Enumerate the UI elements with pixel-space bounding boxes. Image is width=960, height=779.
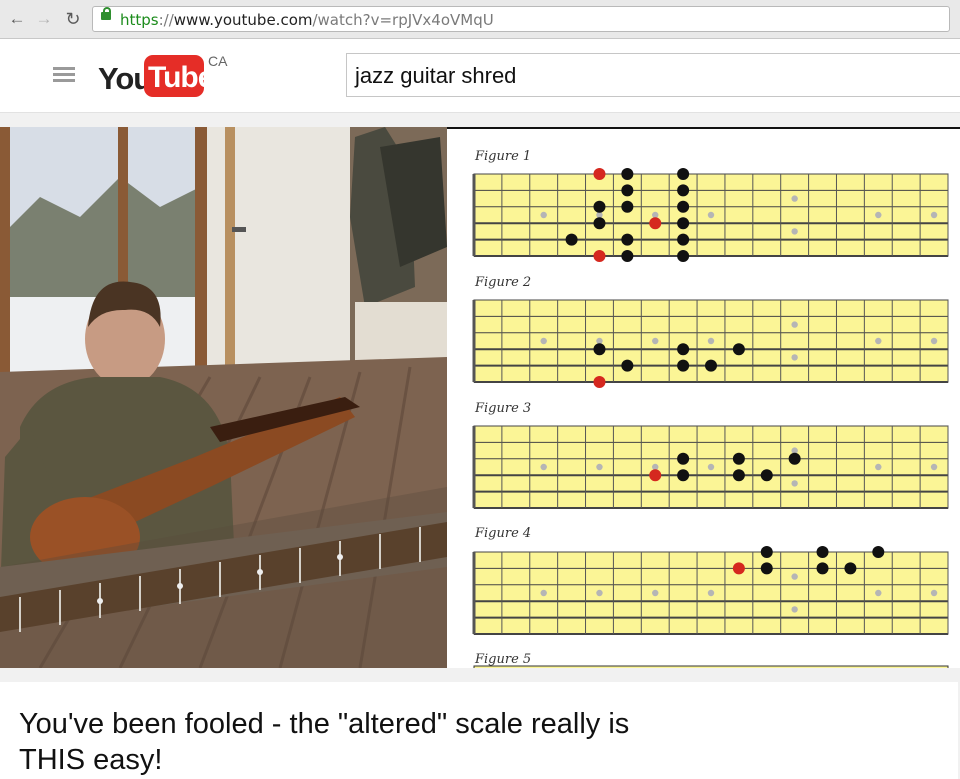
country-code: CA	[208, 53, 228, 69]
root-note-marker	[649, 217, 662, 230]
search-query-text: jazz guitar shred	[355, 63, 517, 88]
youtube-masthead: You Tube CA jazz guitar shred	[0, 39, 960, 113]
url-separator: ://	[158, 11, 174, 29]
scale-note-marker	[621, 168, 634, 180]
inlay-dot	[791, 228, 798, 235]
inlay-dot	[707, 589, 715, 597]
inlay-dot	[791, 480, 798, 487]
scale-note-marker	[593, 217, 606, 230]
scale-note-marker	[621, 200, 634, 213]
scale-note-marker	[732, 469, 745, 482]
reload-icon[interactable]: ↻	[62, 8, 84, 30]
inlay-dot	[875, 211, 882, 219]
scale-note-marker	[788, 452, 801, 465]
url-host: www.youtube.com	[173, 11, 313, 29]
inlay-dot	[930, 463, 938, 471]
url-scheme: https	[120, 11, 159, 29]
scale-note-marker	[677, 343, 690, 356]
scale-note-marker	[621, 359, 634, 372]
search-input[interactable]: jazz guitar shred	[346, 53, 960, 97]
inlay-dot	[791, 195, 798, 202]
inlay-dot	[596, 589, 603, 597]
inlay-dot	[540, 589, 547, 597]
logo-tube-text: Tube	[148, 61, 214, 94]
fretboard	[473, 665, 949, 668]
root-note-marker	[649, 469, 662, 482]
scale-note-marker	[677, 200, 690, 213]
inlay-dot	[540, 337, 547, 345]
hamburger-menu-icon[interactable]	[53, 67, 75, 83]
scale-note-marker	[677, 359, 690, 372]
fretboard-diagrams	[472, 168, 949, 668]
inlay-dot	[596, 463, 603, 471]
inlay-dot	[791, 321, 798, 328]
inlay-dot	[791, 606, 798, 613]
scale-note-marker	[677, 184, 690, 197]
inlay-dot	[707, 463, 715, 471]
inlay-dot	[930, 589, 938, 597]
scale-note-marker	[677, 217, 690, 230]
root-note-marker	[593, 250, 606, 262]
forward-arrow-icon[interactable]: →	[33, 8, 55, 30]
scale-note-marker	[760, 546, 773, 558]
scale-note-marker	[677, 233, 690, 246]
scale-note-marker	[816, 562, 829, 575]
inlay-dot	[930, 211, 938, 219]
inlay-dot	[652, 589, 659, 597]
address-bar[interactable]: https://www.youtube.com/watch?v=rpJVx4oV…	[92, 6, 950, 32]
inlay-dot	[707, 337, 715, 345]
scale-note-marker	[760, 562, 773, 575]
scale-note-marker	[621, 184, 634, 197]
lock-icon	[101, 7, 111, 20]
inlay-dot	[540, 463, 547, 471]
root-note-marker	[593, 376, 606, 388]
scale-note-marker	[621, 233, 634, 246]
scale-note-marker	[677, 250, 690, 262]
scale-diagram-sheet: Figure 1 Figure 2 Figure 3 Figure 4 Figu…	[447, 127, 960, 668]
scale-note-marker	[705, 359, 717, 372]
inlay-dot	[540, 211, 547, 219]
url-text[interactable]: https://www.youtube.com/watch?v=rpJVx4oV…	[120, 11, 494, 29]
inlay-dot	[652, 337, 659, 345]
scale-note-marker	[677, 452, 690, 465]
inlay-dot	[875, 589, 882, 597]
scale-note-marker	[760, 469, 773, 482]
root-note-marker	[593, 168, 606, 180]
scale-note-marker	[593, 200, 606, 213]
scale-note-marker	[872, 546, 885, 558]
browser-toolbar: ← → ↻ https://www.youtube.com/watch?v=rp…	[0, 0, 960, 39]
root-note-marker	[732, 562, 745, 575]
video-camera-footage	[0, 127, 447, 668]
scale-note-marker	[732, 452, 745, 465]
inlay-dot	[875, 337, 882, 345]
video-title-panel: You've been fooled - the "altered" scale…	[0, 682, 958, 779]
scale-note-marker	[593, 343, 606, 356]
scale-note-marker	[816, 546, 829, 558]
inlay-dot	[875, 463, 882, 471]
inlay-dot	[930, 337, 938, 345]
scale-note-marker	[621, 250, 634, 262]
url-path: /watch?v=rpJVx4oVMqU	[312, 11, 494, 29]
video-player[interactable]: Figure 1 Figure 2 Figure 3 Figure 4 Figu…	[0, 127, 960, 668]
scale-note-marker	[677, 168, 690, 180]
inlay-dot	[707, 211, 715, 219]
inlay-dot	[791, 354, 798, 361]
scale-note-marker	[732, 343, 745, 356]
scale-note-marker	[677, 469, 690, 482]
logo-tube-badge: Tube	[144, 55, 214, 97]
inlay-dot	[791, 573, 798, 580]
back-arrow-icon[interactable]: ←	[6, 8, 28, 30]
scale-note-marker	[565, 233, 578, 246]
video-title: You've been fooled - the "altered" scale…	[19, 708, 630, 776]
scale-note-marker	[844, 562, 857, 575]
